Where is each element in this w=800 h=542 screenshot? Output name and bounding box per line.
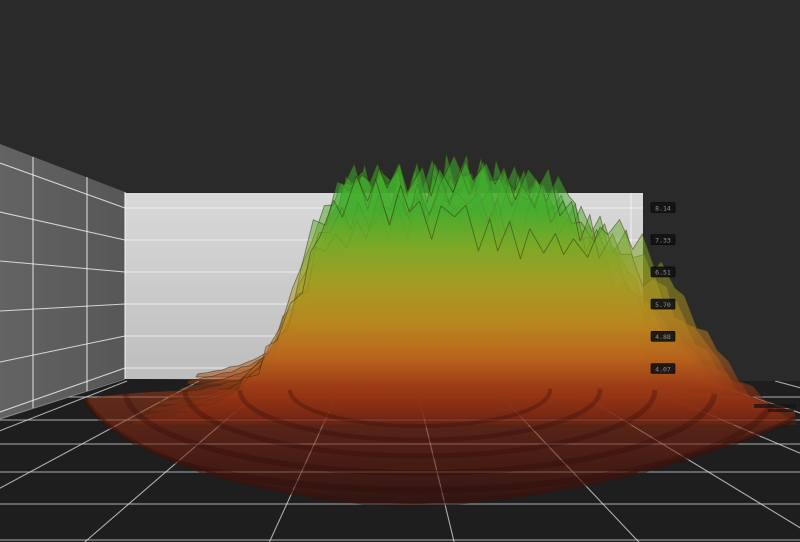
floor-corner-smudge — [768, 409, 794, 412]
surface-plot-viewport[interactable]: 8.14 7.33 6.51 5.70 4.88 4.07 — [0, 0, 800, 542]
z-axis-tick-label: 5.70 — [655, 301, 671, 309]
z-axis-tick: 4.07 — [651, 364, 675, 374]
z-axis-tick: 8.14 — [651, 203, 675, 213]
z-axis-tick: 4.88 — [651, 331, 675, 341]
floor-corner-smudge — [754, 404, 796, 408]
z-axis-tick: 5.70 — [651, 299, 675, 309]
z-axis-tick-label: 4.07 — [655, 365, 671, 373]
z-axis-tick-label: 7.33 — [655, 237, 671, 245]
z-axis-tick: 7.33 — [651, 235, 675, 245]
z-axis-tick-label: 6.51 — [655, 269, 671, 277]
z-axis-tick: 6.51 — [651, 267, 675, 277]
z-axis-tick-label: 8.14 — [655, 204, 671, 212]
z-axis-tick-label: 4.88 — [655, 333, 671, 341]
surface-plot-canvas: 8.14 7.33 6.51 5.70 4.88 4.07 — [0, 0, 800, 542]
